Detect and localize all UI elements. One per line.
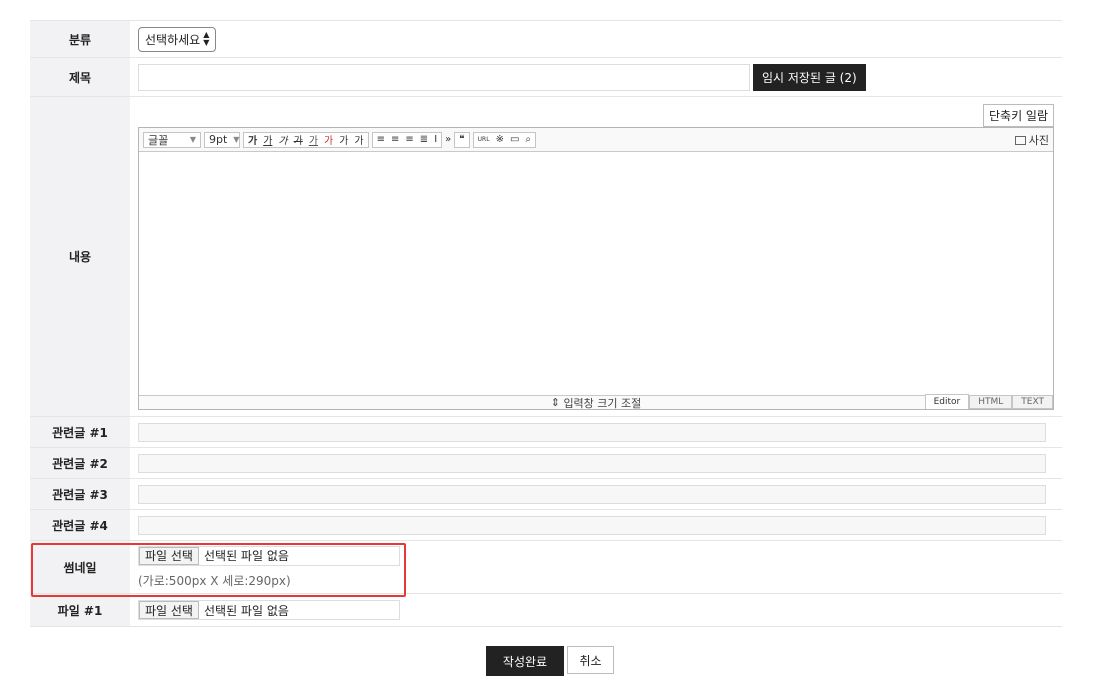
photo-label: 사진 (1028, 134, 1049, 147)
shortcut-list-button[interactable]: 단축키 일람 (982, 104, 1054, 127)
tab-html[interactable]: HTML (969, 395, 1013, 409)
align-center-icon[interactable]: ≡ (391, 134, 399, 145)
write-form: 분류 선택하세요 ▲ ▼ 제목 임시 저장된 글 (2) 내용 단축키 일람 글꼴 (30, 20, 1062, 627)
category-select[interactable]: 선택하세요 ▲ ▼ (138, 26, 217, 52)
align-group: ≡ ≡ ≡ ≣ I (371, 131, 443, 148)
bold-button[interactable]: 가 (248, 132, 257, 147)
content-label: 내용 (30, 97, 130, 416)
rich-text-editor: 글꼴 ▼ 9pt ▼ 가 가 가 가 가 가 가 가 ≡ ≡ ≡ ≣ I » ❝… (138, 127, 1054, 410)
italic-button[interactable]: 가 (278, 132, 287, 147)
superscript-button[interactable]: 가 (339, 132, 348, 147)
tab-editor[interactable]: Editor (924, 394, 970, 409)
font-size-value: 9pt (209, 133, 228, 146)
related-input-2[interactable] (138, 453, 1046, 473)
search-icon[interactable]: ⌕ (525, 134, 531, 145)
text-style-group: 가 가 가 가 가 가 가 가 (243, 131, 369, 148)
table-icon[interactable]: ▭ (510, 134, 519, 145)
strike-button[interactable]: 가 (294, 132, 303, 147)
special-char-icon[interactable]: ※ (496, 134, 504, 145)
category-select-value: 선택하세요 (145, 32, 201, 47)
chevron-down-icon: ▼ (189, 135, 196, 144)
underline-button[interactable]: 가 (263, 132, 272, 147)
more-icon[interactable]: » (445, 134, 451, 145)
related-label-2: 관련글 #2 (30, 448, 130, 478)
related-input-1[interactable] (138, 422, 1046, 442)
insert-group: URL ※ ▭ ⌕ (472, 131, 537, 148)
font-select[interactable]: 글꼴 ▼ (143, 131, 201, 148)
category-label: 분류 (30, 21, 130, 57)
related-row-1: 관련글 #1 (30, 417, 1062, 448)
related-label-4: 관련글 #4 (30, 510, 130, 540)
highlight-color-button[interactable]: 가 (324, 132, 333, 147)
submit-button[interactable]: 작성완료 (486, 646, 564, 676)
select-arrows-icon: ▲ ▼ (203, 30, 210, 47)
temp-saved-button[interactable]: 임시 저장된 글 (2) (753, 63, 866, 91)
font-select-value: 글꼴 (148, 133, 169, 147)
resize-label: 입력창 크기 조절 (563, 396, 642, 410)
font-size-select[interactable]: 9pt ▼ (204, 131, 240, 148)
tab-text[interactable]: TEXT (1012, 395, 1053, 409)
editor-toolbar: 글꼴 ▼ 9pt ▼ 가 가 가 가 가 가 가 가 ≡ ≡ ≡ ≣ I » ❝… (139, 128, 1053, 152)
cancel-button[interactable]: 취소 (567, 646, 614, 674)
thumbnail-highlight-box (31, 543, 406, 597)
related-row-2: 관련글 #2 (30, 448, 1062, 479)
link-icon[interactable]: URL (478, 136, 490, 143)
align-justify-icon[interactable]: ≣ (420, 134, 428, 145)
file1-button[interactable]: 파일 선택 (139, 601, 199, 619)
form-actions: 작성완료 취소 (0, 646, 1100, 676)
quote-group: ❝ (454, 131, 470, 148)
related-row-4: 관련글 #4 (30, 510, 1062, 541)
file1-status: 선택된 파일 없음 (203, 603, 289, 618)
related-input-4[interactable] (138, 515, 1046, 535)
align-left-icon[interactable]: ≡ (377, 134, 385, 145)
resize-handle[interactable]: ⇕ 입력창 크기 조절 (139, 395, 1053, 410)
file1-label: 파일 #1 (30, 594, 130, 626)
text-color-button[interactable]: 가 (309, 132, 318, 147)
line-height-icon[interactable]: I (434, 134, 437, 145)
title-row: 제목 임시 저장된 글 (2) (30, 58, 1062, 97)
title-label: 제목 (30, 58, 130, 96)
related-row-3: 관련글 #3 (30, 479, 1062, 510)
file1-input[interactable]: 파일 선택 선택된 파일 없음 (138, 600, 400, 620)
title-input[interactable] (138, 63, 750, 91)
related-label-3: 관련글 #3 (30, 479, 130, 509)
resize-icon: ⇕ (550, 396, 564, 409)
align-right-icon[interactable]: ≡ (405, 134, 413, 145)
photo-icon (1014, 135, 1026, 145)
photo-button[interactable]: 사진 (1014, 132, 1049, 148)
chevron-down-icon: ▼ (233, 135, 240, 144)
editor-body[interactable] (139, 152, 1053, 394)
category-row: 분류 선택하세요 ▲ ▼ (30, 21, 1062, 58)
subscript-button[interactable]: 가 (354, 132, 363, 147)
content-row: 내용 단축키 일람 글꼴 ▼ 9pt ▼ 가 가 가 가 가 가 가 가 ≡ ≡… (30, 97, 1062, 417)
file1-row: 파일 #1 파일 선택 선택된 파일 없음 (30, 594, 1062, 627)
quote-icon[interactable]: ❝ (459, 134, 464, 145)
related-label-1: 관련글 #1 (30, 417, 130, 447)
editor-mode-tabs: Editor HTML TEXT (924, 394, 1053, 409)
related-input-3[interactable] (138, 484, 1046, 504)
